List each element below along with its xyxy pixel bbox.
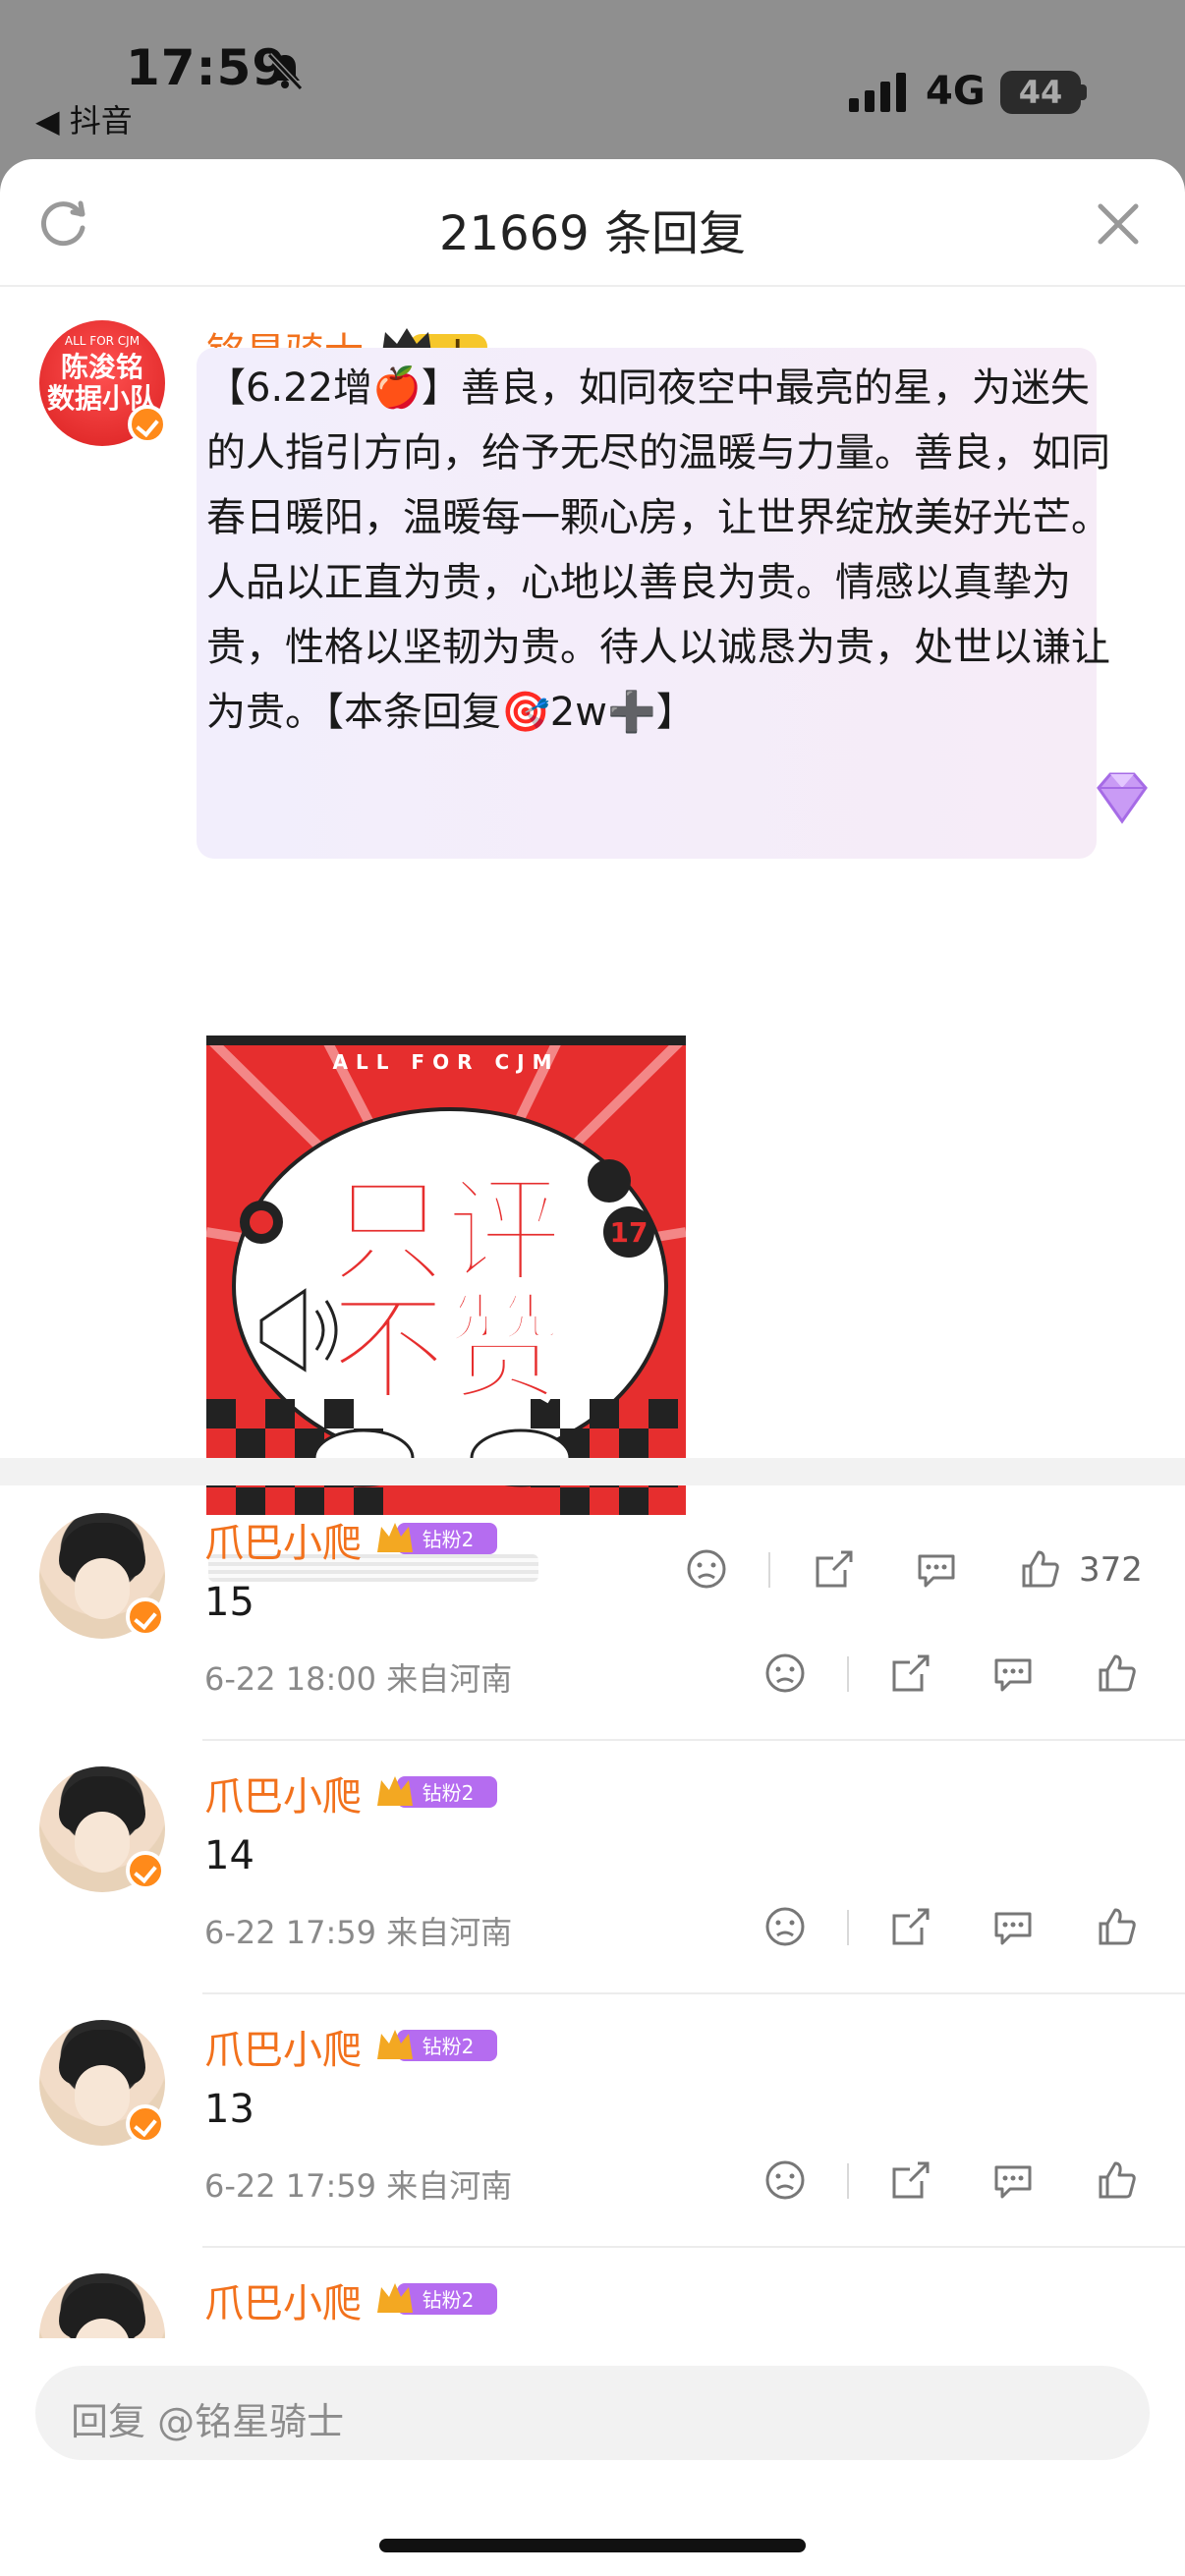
reply-bubble-icon[interactable] bbox=[990, 2157, 1036, 2203]
home-indicator[interactable] bbox=[379, 2539, 806, 2552]
fan-level-badge: 钻粉2 bbox=[377, 1776, 497, 1808]
reply-username[interactable]: 爪巴小爬 bbox=[204, 2271, 362, 2328]
verified-icon bbox=[126, 1851, 165, 1890]
like-thumb-icon[interactable] bbox=[1095, 2157, 1140, 2203]
network-label: 4G bbox=[926, 69, 986, 114]
battery-tip bbox=[1081, 84, 1087, 100]
reply-username[interactable]: 爪巴小爬 bbox=[204, 2018, 362, 2075]
sheet-title: 21669 条回复 bbox=[439, 206, 746, 261]
main-comment: ALL FOR CJM 陈浚铭 数据小队 铭星骑士 I 【6.22增🍎】善良，如… bbox=[0, 289, 1185, 1590]
image-text-line1: 只评 bbox=[330, 1163, 562, 1299]
action-divider bbox=[847, 1910, 849, 1945]
like-thumb-icon[interactable] bbox=[1095, 1651, 1140, 1696]
reply-username[interactable]: 爪巴小爬 bbox=[204, 1511, 362, 1568]
reply-bubble-icon[interactable] bbox=[990, 1651, 1036, 1696]
reply-username[interactable]: 爪巴小爬 bbox=[204, 1764, 362, 1821]
replies-sheet: 21669 条回复 ALL FOR CJM 陈浚铭 数据小队 铭星骑士 I 【6… bbox=[0, 159, 1185, 2576]
reply-meta: 6-22 18:00 来自河南 bbox=[204, 1660, 513, 1698]
fan-level-badge: 钻粉2 bbox=[377, 1523, 497, 1554]
reply-meta: 6-22 17:59 来自河南 bbox=[204, 2167, 513, 2205]
reply-text: 14 bbox=[204, 1833, 254, 1878]
svg-text:钻粉2: 钻粉2 bbox=[423, 1528, 475, 1551]
reply-meta: 6-22 17:59 来自河南 bbox=[204, 1914, 513, 1951]
comment-image[interactable]: ALL FOR CJM 只评 不赞 17 bbox=[206, 1036, 686, 1515]
section-separator bbox=[0, 1458, 1185, 1485]
reply-item: 爪巴小爬 钻粉2 14 6-22 17:59 来自河南 bbox=[0, 1741, 1185, 1994]
back-to-app-link[interactable]: ◀ 抖音 bbox=[35, 96, 133, 141]
close-icon[interactable] bbox=[1093, 198, 1144, 250]
like-thumb-icon[interactable] bbox=[1095, 1904, 1140, 1949]
bell-muted-icon bbox=[266, 52, 304, 91]
battery-indicator: 44 bbox=[1000, 71, 1081, 114]
dislike-face-icon[interactable] bbox=[762, 1904, 808, 1949]
sheet-header: 21669 条回复 bbox=[0, 159, 1185, 287]
verified-icon bbox=[126, 2104, 165, 2144]
svg-text:钻粉2: 钻粉2 bbox=[423, 2035, 475, 2058]
comment-text: 【6.22增🍎】善良，如同夜空中最亮的星，为迷失的人指引方向，给予无尽的温暖与力… bbox=[206, 365, 1110, 735]
verified-icon bbox=[128, 405, 167, 444]
image-text-line2: 不赞 bbox=[330, 1281, 562, 1417]
fan-level-badge: 钻粉2 bbox=[377, 2030, 497, 2061]
svg-text:钻粉2: 钻粉2 bbox=[423, 1781, 475, 1805]
svg-text:钻粉2: 钻粉2 bbox=[423, 2288, 475, 2312]
verified-icon bbox=[126, 1597, 165, 1637]
image-banner: ALL FOR CJM bbox=[333, 1050, 560, 1074]
reply-item: 爪巴小爬 钻粉2 15 6-22 18:00 来自河南 bbox=[0, 1487, 1185, 1741]
reply-text: 13 bbox=[204, 2087, 254, 2132]
reply-item: 爪巴小爬 钻粉2 13 6-22 17:59 来自河南 bbox=[0, 1994, 1185, 2248]
avatar-line1: 陈浚铭 bbox=[60, 351, 143, 383]
share-icon[interactable] bbox=[888, 1904, 933, 1949]
dislike-face-icon[interactable] bbox=[762, 1651, 808, 1696]
share-icon[interactable] bbox=[888, 2157, 933, 2203]
share-icon[interactable] bbox=[888, 1651, 933, 1696]
reply-bubble-icon[interactable] bbox=[990, 1904, 1036, 1949]
fan-level-badge: 钻粉2 bbox=[377, 2283, 497, 2315]
action-divider bbox=[847, 1656, 849, 1692]
dislike-face-icon[interactable] bbox=[762, 2157, 808, 2203]
image-number: 17 bbox=[610, 1216, 649, 1249]
avatar-caption: ALL FOR CJM bbox=[64, 334, 141, 348]
signal-icon bbox=[849, 73, 906, 112]
action-divider bbox=[847, 2163, 849, 2199]
gem-icon bbox=[1097, 772, 1148, 824]
reply-text: 15 bbox=[204, 1580, 254, 1625]
status-bar: 17:59 ◀ 抖音 4G 44 bbox=[0, 0, 1185, 157]
reply-input-placeholder: 回复 @铭星骑士 bbox=[71, 2400, 345, 2443]
